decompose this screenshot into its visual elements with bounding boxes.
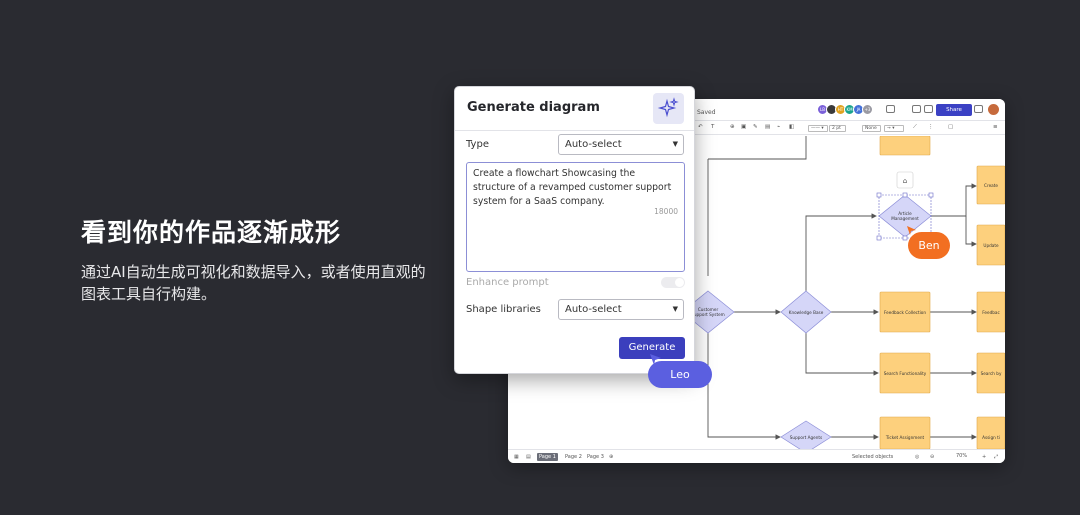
node-label: Create	[984, 183, 998, 188]
type-label: Type	[466, 139, 489, 150]
pen-icon[interactable]: ✎	[753, 124, 758, 130]
grid-icon[interactable]: ▦	[512, 453, 521, 461]
fill-icon[interactable]: ▣	[741, 124, 746, 130]
avatar-more[interactable]: +3	[862, 104, 873, 115]
edit-icon[interactable]: ⟋	[913, 124, 917, 131]
node-label: Support Agents	[790, 435, 822, 440]
zoom-in-icon[interactable]: +	[980, 453, 988, 461]
line-width-select[interactable]: 2 pt	[829, 125, 846, 132]
sparkle-icon	[657, 97, 679, 118]
node-label: Ticket Assignment	[885, 435, 925, 440]
menu-icon[interactable]	[974, 105, 983, 113]
prompt-text: Create a flowchart Showcasing the struct…	[473, 168, 672, 207]
fit-icon[interactable]: ⤢	[992, 453, 1000, 461]
leo-cursor-label: Leo	[648, 361, 712, 388]
enhance-prompt-toggle[interactable]	[661, 277, 685, 288]
dialog-title: Generate diagram	[467, 100, 600, 115]
generate-diagram-dialog: Generate diagram Type Auto-select ▼ Crea…	[454, 86, 695, 374]
shape-icon[interactable]: ◧	[789, 124, 794, 130]
zoom-out-icon[interactable]: ⊖	[928, 453, 936, 461]
video-icon[interactable]	[924, 105, 933, 113]
node-label: Support System	[691, 312, 725, 317]
ai-sparkle-button[interactable]	[653, 93, 684, 124]
node-label: Update	[983, 243, 999, 248]
node-label: Feedback Collection	[884, 310, 926, 315]
node-label: Knowledge Base	[789, 310, 824, 315]
text-tool-icon[interactable]: T	[711, 124, 714, 130]
link-icon[interactable]: ⌁	[777, 124, 780, 130]
type-select[interactable]: Auto-select ▼	[558, 134, 684, 155]
process-node-ticket-assignment	[879, 416, 931, 449]
line-start-select[interactable]: None	[862, 125, 881, 132]
page-headline: 看到你的作品逐渐成形	[81, 218, 342, 247]
prompt-char-count: 18000	[654, 207, 678, 216]
prompt-textarea[interactable]: Create a flowchart Showcasing the struct…	[466, 162, 685, 272]
line-style-select[interactable]: —— ▾	[808, 125, 828, 132]
user-avatar[interactable]	[988, 104, 999, 115]
image-icon[interactable]: ▤	[765, 124, 770, 130]
tab-page-3[interactable]: Page 3	[585, 453, 606, 461]
enhance-prompt-label: Enhance prompt	[466, 277, 549, 288]
layers-icon[interactable]: ◎	[913, 453, 921, 461]
zoom-level[interactable]: 70%	[956, 453, 967, 459]
present-icon[interactable]	[912, 105, 921, 113]
node-label: Management	[891, 216, 919, 221]
line-end-select[interactable]: → ▾	[884, 125, 904, 132]
shape-libraries-value: Auto-select	[565, 304, 622, 315]
type-select-value: Auto-select	[565, 139, 622, 150]
node-label: Feedbac	[982, 310, 1000, 315]
node-label: Assign ti	[982, 435, 1000, 440]
process-node-top	[879, 136, 931, 156]
shape-libraries-select[interactable]: Auto-select ▼	[558, 299, 684, 320]
saved-status: Saved	[697, 109, 716, 116]
lock-icon[interactable]: ▢	[948, 124, 953, 130]
comment-icon[interactable]	[886, 105, 895, 113]
node-label: Search Functionality	[884, 371, 927, 376]
add-page-icon[interactable]: ⊕	[607, 453, 615, 461]
tab-page-2[interactable]: Page 2	[563, 453, 584, 461]
format-panel-icon[interactable]: ≡	[993, 124, 998, 130]
node-label: Search by	[981, 371, 1002, 376]
selected-objects-status[interactable]: Selected objects	[850, 453, 895, 461]
undo-icon[interactable]: ↶	[698, 124, 703, 130]
tab-page-1[interactable]: Page 1	[537, 453, 558, 461]
process-node-assign	[976, 416, 1005, 449]
share-button[interactable]: Share	[936, 104, 972, 116]
page-subtext: 通过AI自动生成可视化和数据导入，或者使用直观的图表工具自行构建。	[81, 263, 426, 303]
pages-icon[interactable]: ▤	[524, 453, 533, 461]
chevron-down-icon: ▼	[672, 305, 678, 313]
editor-bottom-bar: ▦ ▤ Page 1 Page 2 Page 3 ⊕ Selected obje…	[508, 449, 1005, 463]
shape-libraries-label: Shape libraries	[466, 304, 541, 315]
svg-text:⌂: ⌂	[903, 177, 907, 185]
collaborator-avatars[interactable]: LB HT KM JA +3	[817, 104, 873, 115]
dialog-divider	[455, 130, 694, 131]
chevron-down-icon: ▼	[672, 140, 678, 148]
ben-cursor-label: Ben	[908, 232, 950, 259]
target-icon[interactable]: ⊕	[730, 124, 735, 130]
more-icon[interactable]: ⋮	[928, 124, 934, 130]
